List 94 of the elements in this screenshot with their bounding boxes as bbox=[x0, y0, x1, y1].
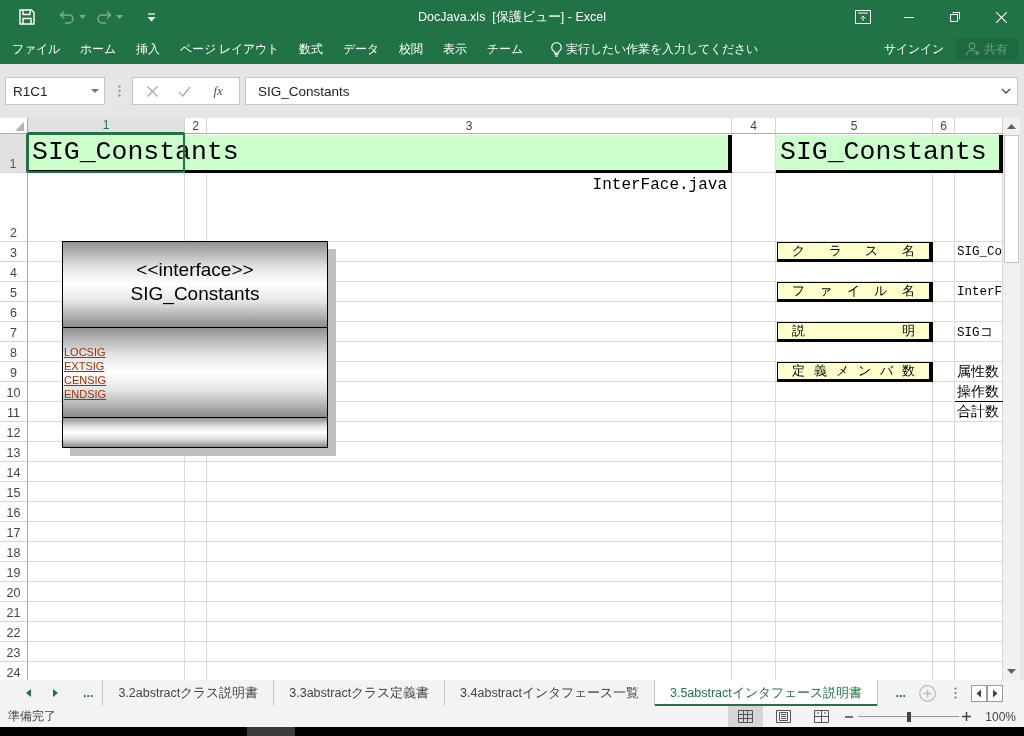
check-icon[interactable] bbox=[178, 85, 192, 97]
grid-icon[interactable] bbox=[738, 710, 754, 723]
field-value: SIGコ bbox=[956, 324, 994, 342]
row-header[interactable]: 7 bbox=[0, 322, 28, 342]
ribbon-tab[interactable]: 数式 bbox=[293, 38, 330, 60]
zoom-out-icon[interactable] bbox=[845, 715, 854, 718]
ribbon-tab[interactable]: 表示 bbox=[437, 38, 474, 60]
ribbon-tab[interactable]: ホーム bbox=[74, 38, 122, 60]
field-value: 属性数 bbox=[956, 363, 1000, 382]
row-header[interactable]: 8 bbox=[0, 342, 28, 362]
row-header[interactable]: 4 bbox=[0, 262, 28, 282]
row-header[interactable]: 16 bbox=[0, 502, 28, 522]
row-header[interactable]: 21 bbox=[0, 602, 28, 622]
row-header[interactable]: 1 bbox=[0, 134, 28, 173]
close-icon[interactable] bbox=[995, 11, 1007, 23]
column-header[interactable]: 3 bbox=[207, 118, 732, 134]
window-title: DocJava.xls [保護ビュー] - Excel bbox=[417, 8, 607, 26]
person-icon bbox=[966, 42, 980, 56]
lightbulb-icon[interactable] bbox=[551, 41, 563, 57]
row-header[interactable]: 11 bbox=[0, 402, 28, 422]
scroll-right-icon[interactable] bbox=[987, 684, 1003, 702]
zoom-in-icon[interactable] bbox=[962, 712, 972, 721]
column-header[interactable]: 1 bbox=[28, 118, 185, 134]
more-icon[interactable] bbox=[954, 687, 957, 699]
tell-me-field[interactable]: 実行したい作業を入力してください bbox=[562, 40, 771, 58]
field-label: 説 明 bbox=[777, 322, 933, 342]
row-header[interactable]: 12 bbox=[0, 422, 28, 442]
sheet-tab[interactable]: 3.5abstractインタフェース説明書 bbox=[654, 680, 878, 706]
row-header[interactable]: 13 bbox=[0, 442, 28, 462]
row-header[interactable]: 9 bbox=[0, 362, 28, 382]
scroll-left-icon[interactable] bbox=[971, 684, 987, 702]
page-icon[interactable] bbox=[776, 710, 792, 723]
row-header[interactable]: 22 bbox=[0, 622, 28, 642]
field-value: 合計数 bbox=[956, 403, 1000, 422]
field-label: ク ラ ス 名 bbox=[777, 242, 933, 262]
insert-function-button[interactable]: fx bbox=[211, 83, 225, 99]
scroll-thumb[interactable] bbox=[1004, 135, 1019, 263]
row-header[interactable]: 20 bbox=[0, 582, 28, 602]
attribute-link[interactable]: EXTSIG bbox=[64, 359, 105, 373]
attribute-link[interactable]: LOCSIG bbox=[64, 345, 106, 359]
column-header[interactable]: 5 bbox=[776, 118, 933, 134]
minimize-icon[interactable] bbox=[904, 16, 914, 18]
field-value: SIG_Co bbox=[956, 244, 1003, 261]
sign-in-button[interactable]: サインイン bbox=[880, 38, 948, 60]
column-header[interactable]: 2 bbox=[185, 118, 207, 134]
page-break-icon[interactable] bbox=[814, 710, 830, 723]
save-icon[interactable] bbox=[19, 9, 35, 25]
ribbon-tab[interactable]: 挿入 bbox=[130, 38, 166, 60]
field-label: 定 義 メ ン バ 数 bbox=[777, 362, 933, 382]
row-header[interactable]: 10 bbox=[0, 382, 28, 402]
name-box[interactable]: R1C1 bbox=[5, 77, 105, 105]
row-header[interactable]: 19 bbox=[0, 562, 28, 582]
attribute-link[interactable]: ENDSIG bbox=[64, 387, 107, 401]
row-header[interactable]: 3 bbox=[0, 242, 28, 262]
triangle-icon bbox=[15, 122, 24, 131]
class-stereotype: <<interface>> bbox=[136, 258, 254, 282]
column-header[interactable]: 6 bbox=[933, 118, 955, 134]
row-header[interactable]: 5 bbox=[0, 282, 28, 302]
vertical-scrollbar[interactable] bbox=[1003, 118, 1020, 680]
restore-icon[interactable] bbox=[950, 12, 960, 22]
ribbon-tab[interactable]: ファイル bbox=[6, 38, 66, 60]
row-header[interactable]: 23 bbox=[0, 642, 28, 662]
scroll-up-icon[interactable] bbox=[1007, 124, 1016, 129]
ribbon-tab[interactable]: チーム bbox=[481, 38, 530, 60]
next-sheet-icon[interactable] bbox=[53, 689, 58, 697]
previous-sheet-icon[interactable] bbox=[26, 689, 31, 697]
ribbon-display-icon[interactable] bbox=[855, 10, 871, 24]
zoom-level[interactable]: 100% bbox=[985, 709, 1016, 724]
zoom-slider-thumb[interactable] bbox=[906, 711, 911, 722]
toolbar-menu-icon[interactable] bbox=[147, 12, 156, 22]
caret-icon[interactable] bbox=[91, 89, 99, 93]
row-header[interactable]: 2 bbox=[0, 173, 28, 242]
title-banner: SIG_Constants bbox=[776, 135, 1003, 173]
ribbon-tab[interactable]: データ bbox=[337, 38, 386, 60]
formula-field[interactable]: SIG_Constants bbox=[245, 77, 1018, 105]
row-header[interactable]: 17 bbox=[0, 522, 28, 542]
field-value: InterF bbox=[956, 284, 1003, 301]
row-header[interactable]: 14 bbox=[0, 462, 28, 482]
view-button[interactable] bbox=[728, 706, 764, 727]
more-sheets-button[interactable]: ... bbox=[892, 686, 909, 700]
ribbon-tab[interactable]: ページ レイアウト bbox=[174, 38, 286, 60]
row-header[interactable]: 18 bbox=[0, 542, 28, 562]
file-name-text: InterFace.java bbox=[592, 176, 727, 194]
scroll-down-icon[interactable] bbox=[1007, 669, 1016, 674]
field-label: フ ァ イ ル 名 bbox=[777, 282, 933, 302]
column-header[interactable]: 4 bbox=[732, 118, 776, 134]
ribbon-tab[interactable]: 校閲 bbox=[393, 38, 430, 60]
status-text: 準備完了 bbox=[8, 708, 56, 725]
class-name: SIG_Constants bbox=[130, 282, 260, 306]
more-sheets-button[interactable]: ... bbox=[80, 680, 97, 706]
row-header[interactable]: 15 bbox=[0, 482, 28, 502]
expand-icon[interactable] bbox=[1001, 88, 1011, 94]
attribute-link[interactable]: CENSIG bbox=[64, 373, 107, 387]
row-header[interactable]: 6 bbox=[0, 302, 28, 322]
